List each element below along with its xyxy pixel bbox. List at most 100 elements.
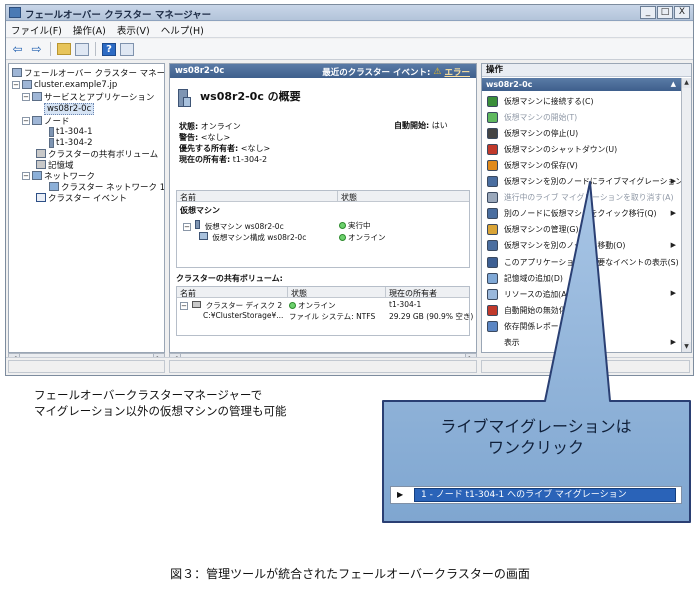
column-divider[interactable] xyxy=(385,287,386,298)
tree-network[interactable]: − ネットワーク xyxy=(22,170,95,182)
menu-view[interactable]: 表示(V) xyxy=(117,23,150,37)
csv-grid: 名前 状態 現在の所有者 − クラスター ディスク 2 オンライン t1-304… xyxy=(176,286,474,336)
action-pane-icon[interactable] xyxy=(120,42,134,56)
network-icon xyxy=(49,182,59,191)
live-migration-menu-item[interactable]: 1 - ノード t1-304-1 へのライブ マイグレーション xyxy=(414,488,676,502)
row-free-space: 29.29 GB (90.9% 空き) xyxy=(389,312,474,321)
tree-cluster[interactable]: − cluster.example7.jp xyxy=(12,79,117,90)
console-tree: フェールオーバー クラスター マネージャー − cluster.example7… xyxy=(8,63,165,353)
collapse-icon[interactable]: − xyxy=(183,223,191,231)
tree-node-2[interactable]: t1-304-2 xyxy=(49,137,93,148)
action-item[interactable]: 自動開始の無効化 xyxy=(482,302,682,318)
network-icon xyxy=(32,171,42,180)
tree-root[interactable]: フェールオーバー クラスター マネージャー xyxy=(12,67,164,79)
status-label: 状態: xyxy=(179,122,199,131)
folder-icon[interactable] xyxy=(57,43,71,55)
collapse-icon[interactable]: − xyxy=(22,171,30,180)
status-bar xyxy=(6,357,693,375)
column-status[interactable]: 状態 xyxy=(291,288,307,299)
action-item[interactable]: 仮想マシンの保存(V) xyxy=(482,157,682,173)
tree-nodes[interactable]: − ノード xyxy=(22,115,70,127)
preferred-owner-property: 優先する所有者: <なし> xyxy=(179,143,270,154)
tree-network-1[interactable]: クラスター ネットワーク 1 xyxy=(49,181,164,193)
forward-arrow-icon[interactable]: ⇨ xyxy=(29,42,44,57)
tree-node-1-label: t1-304-1 xyxy=(56,126,93,137)
recent-events-link[interactable]: エラー xyxy=(444,66,470,78)
action-item[interactable]: 表示 ▶ xyxy=(482,335,682,351)
console-tree-icon[interactable] xyxy=(75,42,89,56)
actions-vertical-scrollbar[interactable]: ▲ ▼ xyxy=(681,78,691,352)
warning-icon: ⚠ xyxy=(433,67,442,77)
title-bar: フェールオーバー クラスター マネージャー _ □ X xyxy=(6,5,693,21)
center-pane: ws08r2-0c 最近のクラスター イベント: ⚠ エラー ws08r2-0c… xyxy=(169,63,477,353)
preferred-owner-value: <なし> xyxy=(240,144,271,153)
add-resource-icon xyxy=(487,288,498,300)
status-segment xyxy=(8,360,165,373)
grid-header: 名前 状態 xyxy=(177,191,469,202)
tree-events[interactable]: クラスター イベント xyxy=(36,192,128,204)
row-filesystem: ファイル システム: NTFS xyxy=(289,312,376,321)
window-controls: _ □ X xyxy=(640,6,690,19)
table-row[interactable]: − 仮想マシン ws08r2-0c xyxy=(183,220,284,232)
column-divider[interactable] xyxy=(287,287,288,298)
action-item[interactable]: 仮想マシンの開始(T) xyxy=(482,109,682,125)
action-item[interactable]: 仮想マシンのシャットダウン(U) xyxy=(482,141,682,157)
report-icon xyxy=(487,320,498,332)
window-title: フェールオーバー クラスター マネージャー xyxy=(25,10,212,21)
tree-shared-volumes[interactable]: クラスターの共有ボリューム xyxy=(36,148,158,160)
help-icon[interactable]: ? xyxy=(102,42,116,56)
vm-icon-overlay xyxy=(183,97,191,107)
scroll-down-icon[interactable]: ▼ xyxy=(682,342,691,352)
table-row[interactable]: 仮想マシン構成 ws08r2-0c xyxy=(199,232,306,243)
manage-vm-icon xyxy=(487,224,498,236)
column-owner[interactable]: 現在の所有者 xyxy=(389,288,437,299)
action-item-label: 仮想マシンの保存(V) xyxy=(504,160,578,170)
menu-action[interactable]: 操作(A) xyxy=(73,23,106,37)
online-status-icon xyxy=(289,302,296,309)
actions-subheader[interactable]: ws08r2-0c ▲ xyxy=(482,78,682,91)
action-item[interactable]: 仮想マシンを別のノードにライブマイグレーション ▶ xyxy=(482,174,683,190)
menu-file[interactable]: ファイル(F) xyxy=(11,23,62,37)
row-name: 仮想マシン ws08r2-0c xyxy=(204,222,284,231)
column-divider[interactable] xyxy=(337,191,338,202)
tree-node-1[interactable]: t1-304-1 xyxy=(49,126,93,137)
callout-title-line-2: ワンクリック xyxy=(487,438,584,457)
tree-services[interactable]: − サービスとアプリケーション xyxy=(22,91,155,103)
tree-services-label: サービスとアプリケーション xyxy=(44,92,155,103)
action-item[interactable]: 記憶域の追加(D) xyxy=(482,270,682,286)
column-name[interactable]: 名前 xyxy=(180,288,196,299)
minimize-button[interactable]: _ xyxy=(640,6,656,19)
action-item-label: 仮想マシンのシャットダウン(U) xyxy=(504,144,618,154)
action-item[interactable]: 進行中のライブ マイグレーションを取り消す(A) xyxy=(482,190,682,206)
action-item-label: 別のノードに仮想マシンをクイック移行(Q) xyxy=(504,209,657,219)
disk-icon xyxy=(192,301,202,308)
column-status[interactable]: 状態 xyxy=(341,192,357,203)
action-item[interactable]: 別のノードに仮想マシンをクイック移行(Q) ▶ xyxy=(482,206,682,222)
stop-icon xyxy=(487,127,498,139)
collapse-icon[interactable]: − xyxy=(22,116,30,125)
collapse-icon[interactable]: − xyxy=(180,302,188,310)
table-row[interactable]: − クラスター ディスク 2 xyxy=(180,300,282,311)
vm-icon xyxy=(195,220,201,229)
maximize-button[interactable]: □ xyxy=(657,6,673,19)
action-item[interactable]: このアプリケーションの重要なイベントの表示(S) xyxy=(482,254,682,270)
collapse-up-icon[interactable]: ▲ xyxy=(671,78,676,91)
preferred-owner-label: 優先する所有者: xyxy=(179,144,239,153)
tree-storage[interactable]: 記憶域 xyxy=(36,159,74,171)
action-item[interactable]: 仮想マシンを別のノードに移動(O) ▶ xyxy=(482,238,682,254)
back-arrow-icon[interactable]: ⇦ xyxy=(10,42,25,57)
tree-events-label: クラスター イベント xyxy=(48,193,128,204)
collapse-icon[interactable]: − xyxy=(22,92,30,101)
action-item[interactable]: 依存関係レポートの表示(Y) xyxy=(482,318,682,334)
action-item[interactable]: 仮想マシンの停止(U) xyxy=(482,125,682,141)
event-log-icon xyxy=(36,193,46,202)
scroll-up-icon[interactable]: ▲ xyxy=(682,78,691,88)
column-name[interactable]: 名前 xyxy=(180,192,196,203)
collapse-icon[interactable]: − xyxy=(12,80,20,89)
tree-vm-selected[interactable]: ws08r2-0c xyxy=(44,102,95,115)
action-item[interactable]: 仮想マシンに接続する(C) xyxy=(482,93,682,109)
menu-help[interactable]: ヘルプ(H) xyxy=(161,23,204,37)
close-button[interactable]: X xyxy=(674,6,690,19)
action-item[interactable]: 仮想マシンの管理(G) xyxy=(482,222,682,238)
action-item[interactable]: リソースの追加(A) ▶ xyxy=(482,286,682,302)
